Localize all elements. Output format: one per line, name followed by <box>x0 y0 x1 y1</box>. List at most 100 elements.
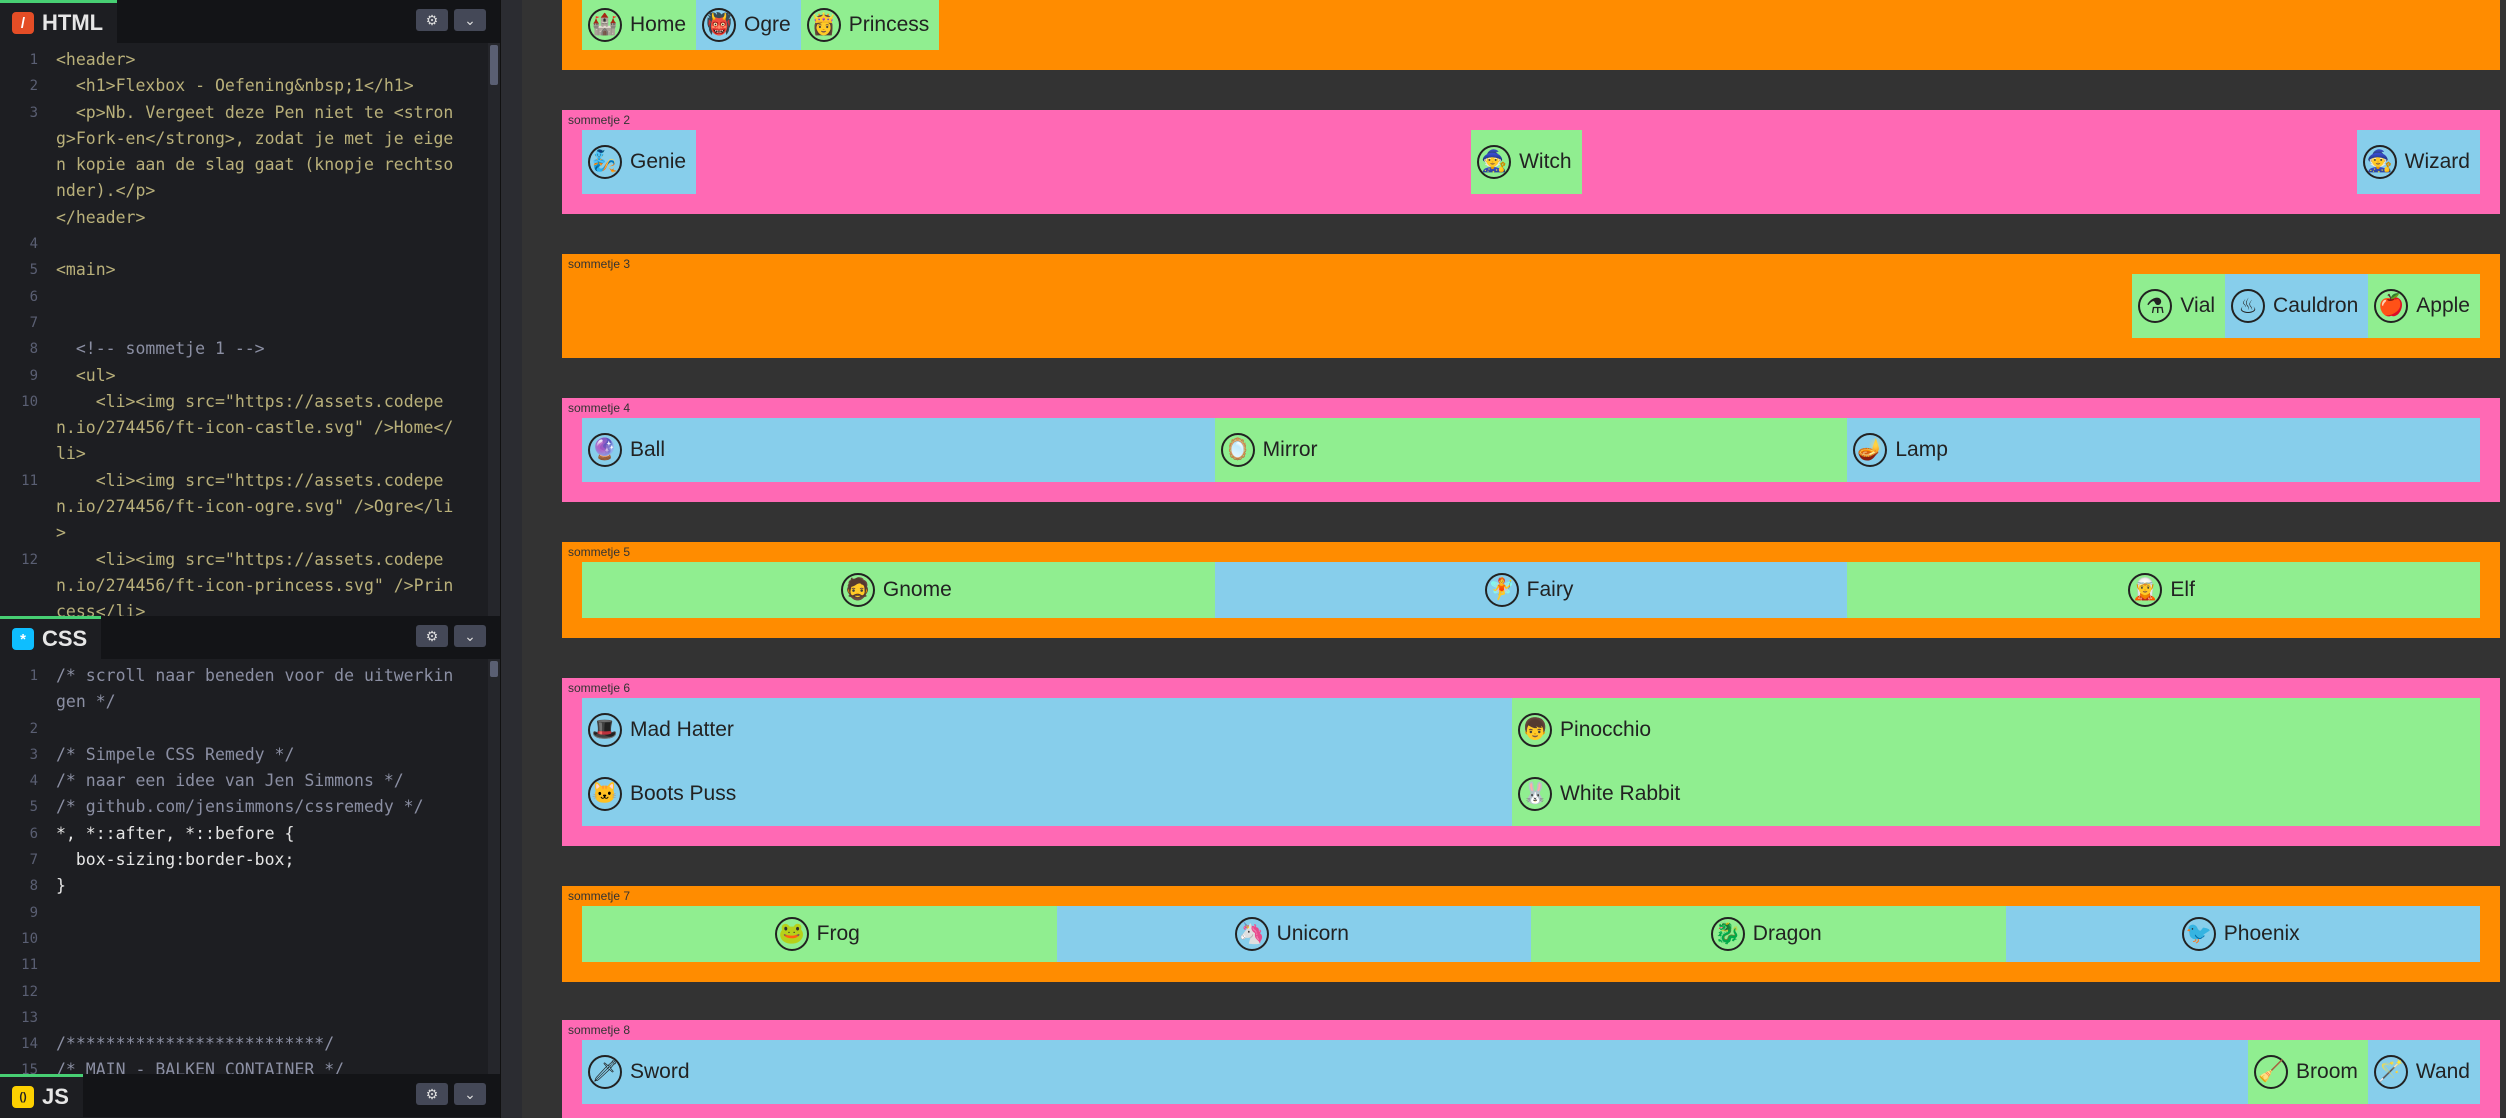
code-line[interactable]: 5 /* github.com/jensimmons/cssremedy */ <box>0 794 500 820</box>
js-settings-button[interactable]: ⚙ <box>416 1083 448 1105</box>
html-scrollbar[interactable] <box>488 43 500 616</box>
gear-icon: ⚙ <box>425 627 439 644</box>
code-line[interactable]: 15 /* MAIN - BALKEN CONTAINER */ <box>0 1057 500 1074</box>
code-line[interactable]: 14 /**************************/ <box>0 1031 500 1057</box>
css-scrollbar[interactable] <box>488 659 500 1074</box>
code-line[interactable]: 1 /* scroll naar beneden voor de uitwerki… <box>0 663 500 716</box>
code-line[interactable]: 9 <box>0 900 500 926</box>
code-line[interactable]: 3 /* Simpele CSS Remedy */ <box>0 742 500 768</box>
line-number: 4 <box>29 236 38 253</box>
item-list: ⚗ Vial ♨ Cauldron 🍎 Apple <box>582 274 2480 338</box>
code-line[interactable]: 8} <box>0 873 500 899</box>
line-number: 1 <box>29 52 38 68</box>
item-label: Boots Puss <box>630 782 737 805</box>
css-scroll-thumb[interactable] <box>490 661 498 677</box>
fold-marker <box>42 100 56 205</box>
line-number: 3 <box>29 104 38 121</box>
row-label: sommetje 4 <box>568 401 631 415</box>
fold-marker <box>42 231 56 257</box>
mad-hatter-icon: 🎩 <box>588 713 622 747</box>
fold-marker <box>42 547 56 616</box>
list-item: 🗡 Sword <box>582 1040 2249 1104</box>
list-item: 👹 Ogre <box>696 0 801 50</box>
fairy-icon: 🧚 <box>1484 573 1519 607</box>
item-list: 🎩 Mad Hatter 🐱 Boots Puss 👦 Pinocchio 🐰 White R… <box>582 698 2480 826</box>
line-number: 5 <box>29 262 38 279</box>
list-item: 🦄 Unicorn <box>1056 906 1531 962</box>
code-line[interactable]: 8 <!-- sommetje 1 --> <box>0 336 500 362</box>
chevron-down-icon: ⌄ <box>464 627 476 644</box>
code-text: /* scroll naar beneden voor de uitwerkin… <box>56 666 454 712</box>
dragon-icon: 🐉 <box>1710 917 1745 951</box>
html-scroll-thumb[interactable] <box>490 45 498 85</box>
code-line[interactable]: 13 <box>0 1005 500 1031</box>
fold-marker <box>42 47 56 73</box>
code-text: /* github.com/jensimmons/cssremedy */ <box>56 797 424 817</box>
js-collapse-button[interactable]: ⌄ <box>454 1083 486 1105</box>
fold-marker <box>42 821 56 847</box>
code-text: /* naar een idee van Jen Simmons */ <box>56 771 404 791</box>
code-line[interactable]: 9 <ul> <box>0 363 500 389</box>
item-label: White Rabbit <box>1560 782 1681 805</box>
code-text: *, *::after, *::before { <box>56 823 295 843</box>
row-label: sommetje 5 <box>568 545 631 559</box>
item-label: Frog <box>816 922 860 945</box>
fold-marker <box>42 873 56 899</box>
list-item: 👸 Princess <box>800 0 940 50</box>
code-line[interactable]: 10 <box>0 926 500 952</box>
html-code-area[interactable]: 1 <header> 2 <h1>Flexbox - Oefening&nbsp;1… <box>0 43 500 616</box>
flex-row-1: 🏰 Home 👹 Ogre 👸 Princess <box>562 0 2500 70</box>
code-line[interactable]: 4 <box>0 231 500 257</box>
code-line[interactable]: 12 <li><img src="https://assets.codepen.… <box>0 547 500 616</box>
row-label: sommetje 2 <box>568 113 631 127</box>
code-line[interactable]: 4 /* naar een idee van Jen Simmons */ <box>0 768 500 794</box>
html-collapse-button[interactable]: ⌄ <box>454 9 486 31</box>
item-list: 🐸 Frog 🦄 Unicorn 🐉 Dragon 🐦 Phoenix <box>582 906 2480 962</box>
item-label: Apple <box>2416 294 2470 317</box>
js-pane-tab[interactable]: () JS <box>0 1074 83 1117</box>
code-line[interactable]: 2 <h1>Flexbox - Oefening&nbsp;1</h1> <box>0 73 500 99</box>
unicorn-icon: 🦄 <box>1234 917 1269 951</box>
code-line[interactable]: 5 <main> <box>0 257 500 283</box>
css-code-area[interactable]: 1 /* scroll naar beneden voor de uitwerki… <box>0 659 500 1074</box>
code-line[interactable]: 6 *, *::after, *::before { <box>0 821 500 847</box>
wand-icon: 🪄 <box>2373 1055 2408 1089</box>
item-label: Fairy <box>1526 578 1574 601</box>
code-line[interactable]: 7 box-sizing:border-box; <box>0 847 500 873</box>
code-line[interactable]: 11 <li><img src="https://assets.codepen.… <box>0 468 500 547</box>
item-label: Vial <box>2180 294 2216 317</box>
code-line[interactable]: </header> <box>0 205 500 231</box>
code-line[interactable]: 1 <header> <box>0 47 500 73</box>
fold-marker <box>42 742 56 768</box>
line-number: 9 <box>29 904 38 921</box>
css-pane-tab[interactable]: * CSS <box>0 616 102 659</box>
js-pane-header: () JS ⚙ ⌄ <box>0 1074 500 1117</box>
code-line[interactable]: 12 <box>0 979 500 1005</box>
witch-icon: 🧙 <box>1477 145 1512 179</box>
code-text: /**************************/ <box>56 1034 335 1054</box>
fold-marker <box>42 73 56 99</box>
princess-icon: 👸 <box>806 8 841 42</box>
code-line[interactable]: 3 <p>Nb. Vergeet deze Pen niet te <stron… <box>0 100 500 205</box>
list-item: 🪔 Lamp <box>1847 418 2481 482</box>
code-line[interactable]: 7 <box>0 310 500 336</box>
code-line[interactable]: 2 <box>0 716 500 742</box>
code-editor: / HTML ⚙ ⌄ 1 <header> 2 <h1>Flexbox - Oefe… <box>0 0 500 1118</box>
html-pane-tab[interactable]: / HTML <box>0 0 118 43</box>
gear-icon: ⚙ <box>425 11 439 28</box>
code-line[interactable]: 10 <li><img src="https://assets.codepen.… <box>0 389 500 468</box>
line-number: 5 <box>29 799 38 816</box>
css-settings-button[interactable]: ⚙ <box>416 625 448 647</box>
item-label: Dragon <box>1752 922 1822 945</box>
white-rabbit-icon: 🐰 <box>1518 777 1553 811</box>
css-lang-icon: * <box>12 628 34 650</box>
elf-icon: 🧝 <box>2128 573 2163 607</box>
fold-marker <box>42 663 56 716</box>
row-label: sommetje 7 <box>568 889 631 903</box>
css-collapse-button[interactable]: ⌄ <box>454 625 486 647</box>
code-line[interactable]: 11 <box>0 952 500 978</box>
gnome-icon: 🧔 <box>840 573 875 607</box>
code-line[interactable]: 6 <box>0 284 500 310</box>
pane-resize-handle[interactable] <box>500 0 523 1118</box>
html-settings-button[interactable]: ⚙ <box>416 9 448 31</box>
